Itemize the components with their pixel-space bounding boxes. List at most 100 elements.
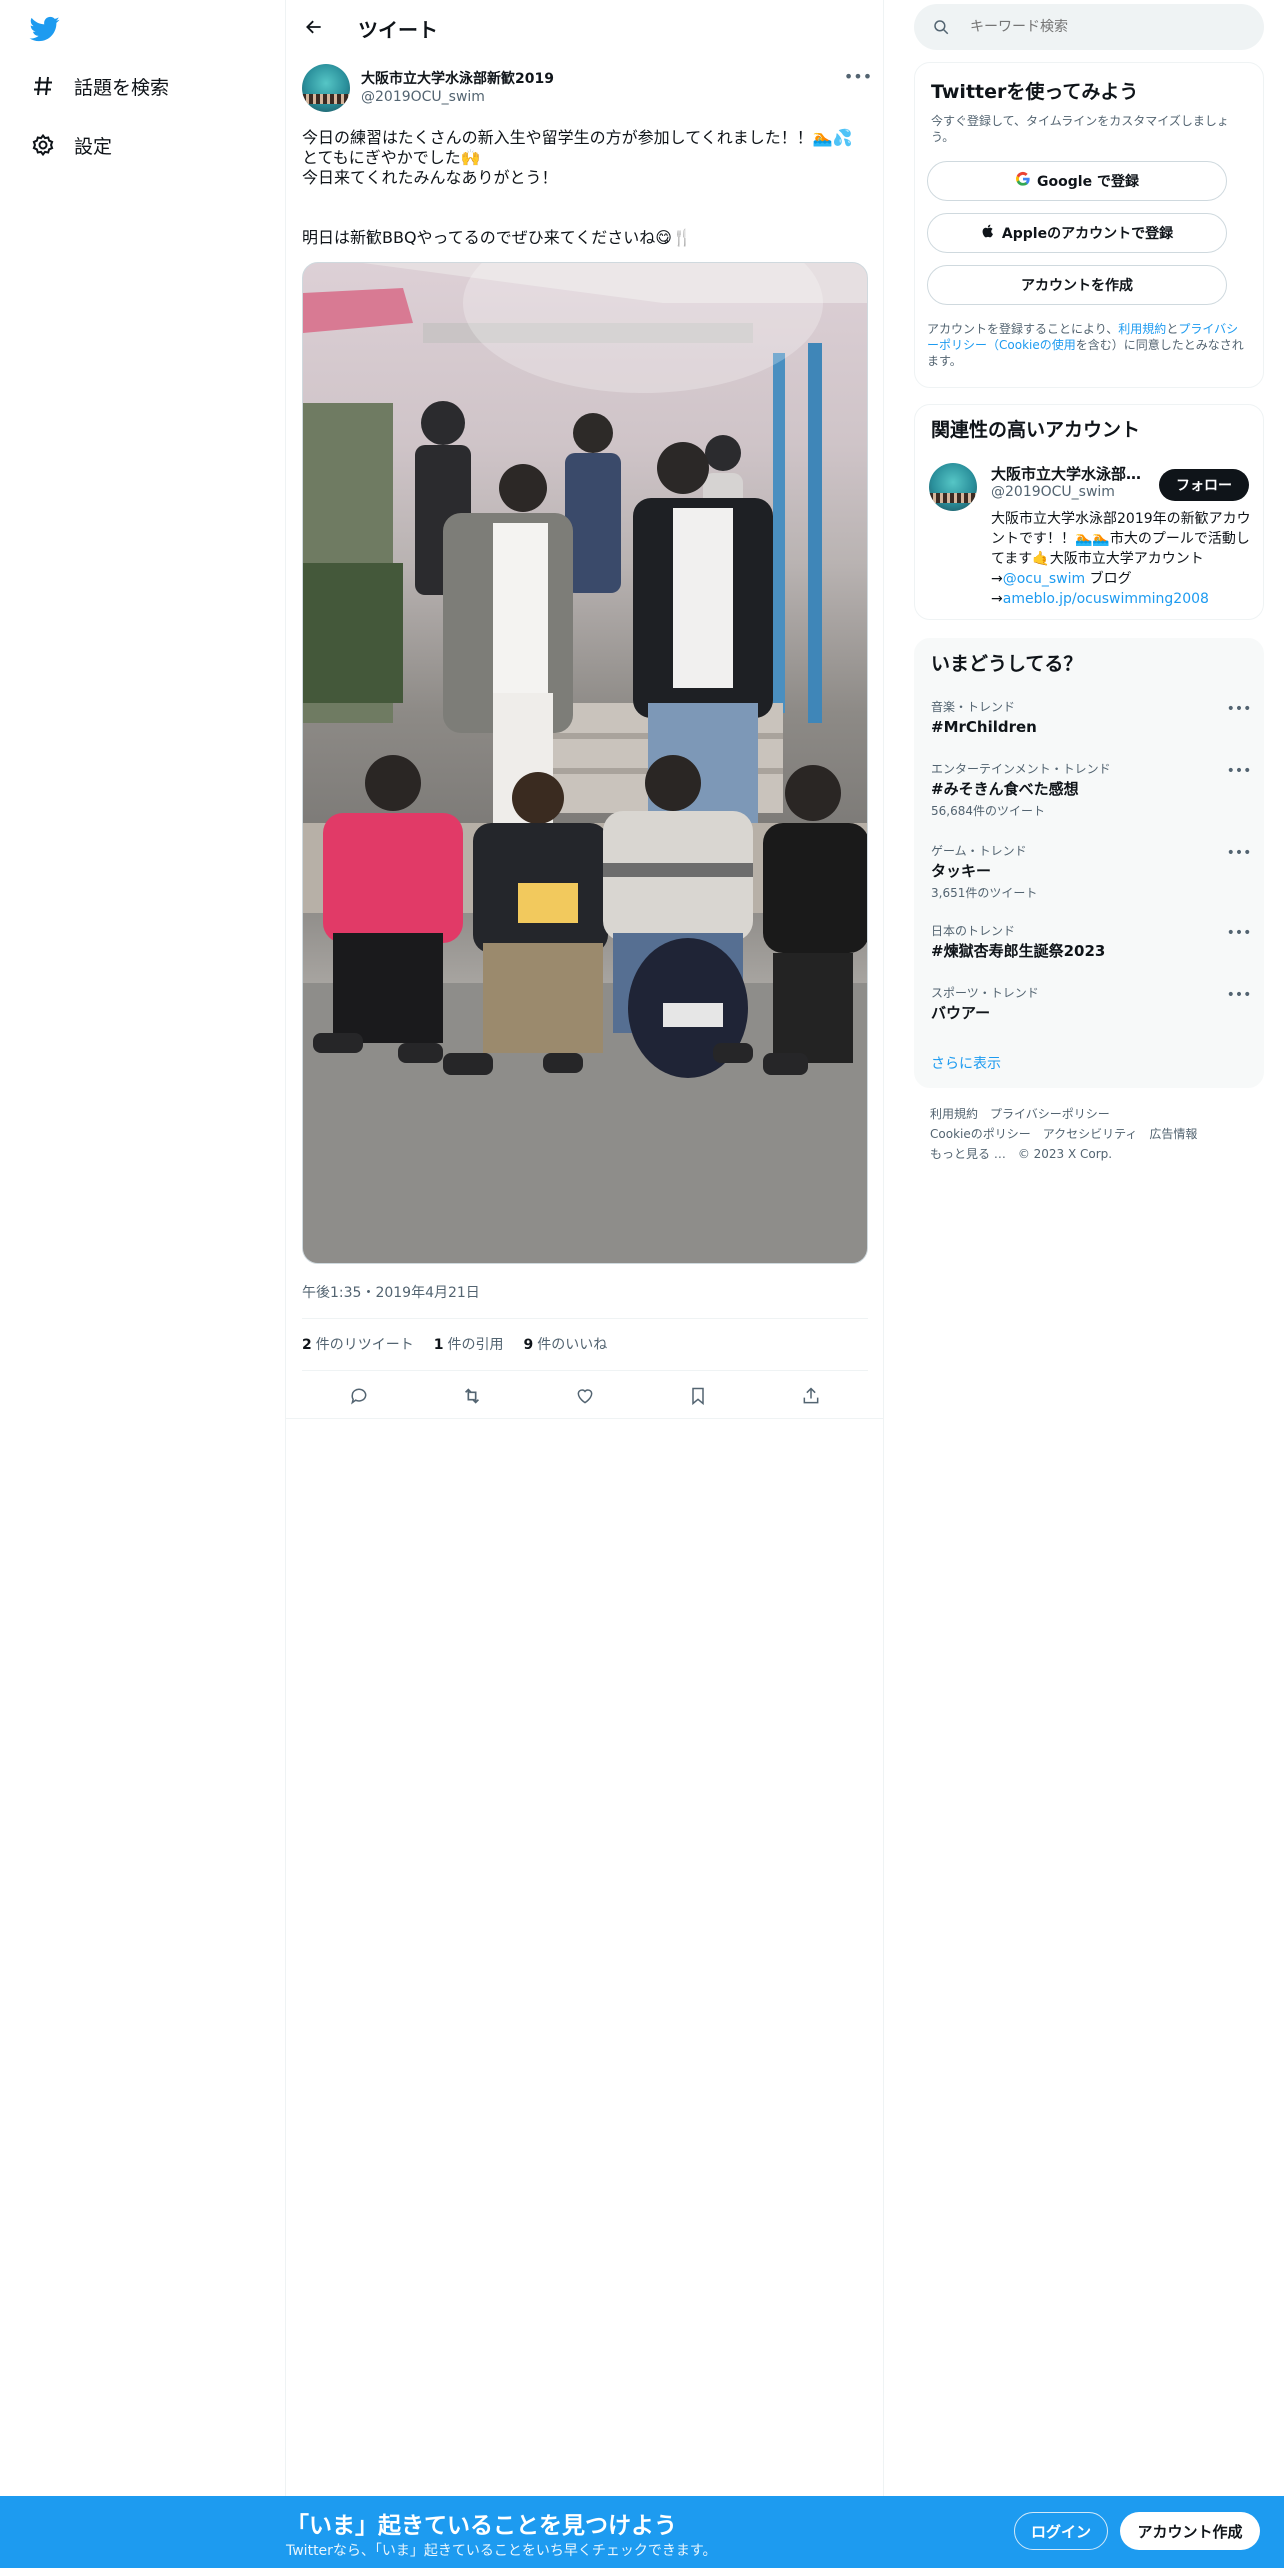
terms-link[interactable]: 利用規約 (1118, 322, 1166, 336)
reply-icon[interactable] (342, 1379, 376, 1413)
login-button[interactable]: ログイン (1014, 2512, 1108, 2550)
trend-context: ゲーム・トレンド (931, 844, 1027, 858)
footer-links: 利用規約 プライバシーポリシー Cookieのポリシー アクセシビリティ 広告情報 も… (930, 1104, 1250, 1164)
likes-count: 9 (523, 1337, 534, 1353)
signup-legal-text: アカウントを登録することにより、利用規約とプライバシーポリシー（Cookieの使… (927, 321, 1249, 369)
trend-context: スポーツ・トレンド (931, 986, 1039, 1000)
quotes-label: 件の引用 (447, 1337, 504, 1353)
trend-name: タッキー (931, 862, 992, 880)
create-account-button[interactable]: アカウントを作成 (927, 265, 1227, 305)
more-options-icon[interactable]: ••• (1227, 985, 1252, 1005)
hashtag-icon (28, 71, 58, 101)
gear-icon (28, 130, 58, 160)
trend-name: #MrChildren (931, 718, 1037, 736)
trend-name: #みそきん食べた感想 (931, 780, 1079, 798)
twitter-logo-icon[interactable] (28, 14, 62, 44)
quotes-stat[interactable]: 1 件の引用 (434, 1334, 504, 1354)
search-input[interactable] (970, 14, 1240, 40)
page-title: ツイート (358, 18, 438, 42)
related-account-handle[interactable]: @2019OCU_swim (991, 484, 1115, 500)
footer-link-ads[interactable]: 広告情報 (1149, 1127, 1197, 1141)
author-name[interactable]: 大阪市立大学水泳部新歓2019 (361, 68, 554, 88)
divider (286, 1418, 884, 1419)
likes-stat[interactable]: 9 件のいいね (524, 1334, 608, 1354)
google-icon (1015, 171, 1031, 191)
footer-link-accessibility[interactable]: アクセシビリティ (1043, 1127, 1138, 1141)
nav-item-settings[interactable]: 設定 (28, 125, 112, 165)
follow-button[interactable]: フォロー (1159, 469, 1249, 501)
more-options-icon[interactable]: ••• (1227, 843, 1252, 863)
create-account-label: アカウントを作成 (1021, 278, 1133, 294)
trend-item[interactable]: スポーツ・トレンド バウアー ••• (931, 985, 1252, 1023)
signup-panel: Twitterを使ってみよう 今すぐ登録して、タイムラインをカスタマイズしましょ… (914, 62, 1264, 388)
trend-count: 3,651件のツイート (931, 886, 1038, 900)
footer-link-cookies[interactable]: Cookieのポリシー (930, 1127, 1031, 1141)
footer-link-more[interactable]: もっと見る … (930, 1147, 1006, 1161)
trend-count: 56,684件のツイート (931, 804, 1045, 818)
bio-blog-link[interactable]: ameblo.jp/ocuswimming2008 (1003, 591, 1209, 607)
trends-panel-title: いまどうしてる？ (931, 653, 1083, 675)
signup-button[interactable]: アカウント作成 (1120, 2512, 1260, 2550)
author-handle[interactable]: @2019OCU_swim (361, 89, 485, 105)
trend-item[interactable]: ゲーム・トレンド タッキー 3,651件のツイート ••• (931, 843, 1252, 901)
tweet-photo[interactable] (302, 262, 868, 1264)
more-options-icon[interactable]: ••• (1227, 923, 1252, 943)
divider (302, 1318, 868, 1319)
related-account-avatar[interactable] (929, 463, 977, 511)
apple-signup-button[interactable]: Appleのアカウントで登録 (927, 213, 1227, 253)
footer-link-privacy[interactable]: プライバシーポリシー (990, 1107, 1110, 1121)
related-accounts-panel: 関連性の高いアカウント 大阪市立大学水泳部新歓2019 @2019OCU_swi… (914, 404, 1264, 620)
retweet-icon[interactable] (455, 1379, 489, 1413)
trend-name: バウアー (931, 1004, 991, 1022)
tweet-text-paragraph-1: 今日の練習はたくさんの新入生や留学生の方が参加してくれました！！🏊💦 とてもにぎ… (302, 128, 853, 187)
author-avatar[interactable] (302, 64, 350, 112)
google-signup-button[interactable]: Google で登録 (927, 161, 1227, 201)
more-options-icon[interactable]: ••• (1227, 699, 1252, 719)
nav-item-label: 設定 (74, 135, 113, 158)
likes-label: 件のいいね (537, 1337, 608, 1353)
tweet-actions (302, 1378, 868, 1414)
trends-panel: いまどうしてる？ 音楽・トレンド #MrChildren ••• エンターテイン… (914, 638, 1264, 1088)
nav-item-explore[interactable]: 話題を検索 (28, 66, 169, 106)
back-arrow-icon[interactable] (300, 13, 328, 41)
quotes-count: 1 (433, 1337, 444, 1353)
retweets-stat[interactable]: 2 件のリツイート (302, 1334, 414, 1354)
like-icon[interactable] (568, 1379, 602, 1413)
apple-button-label: Appleのアカウントで登録 (1001, 226, 1174, 242)
related-account-name[interactable]: 大阪市立大学水泳部新歓2019 (991, 463, 1151, 484)
divider (302, 1370, 868, 1371)
related-account-bio: 大阪市立大学水泳部2019年の新歓アカウントです！！🏊🏊市大のプールで活動してま… (991, 509, 1253, 609)
signup-panel-title: Twitterを使ってみよう (931, 81, 1139, 103)
retweets-label: 件のリツイート (315, 1337, 414, 1353)
show-more-link[interactable]: さらに表示 (931, 1053, 1001, 1073)
header-bar: ツイート (286, 0, 884, 54)
copyright-text: © 2023 X Corp. (1017, 1147, 1113, 1161)
retweets-count: 2 (302, 1337, 312, 1353)
tweet-stats: 2 件のリツイート 1 件の引用 9 件のいいね (302, 1334, 627, 1354)
bottom-signup-bar: 「いま」起きていることを見つけよう Twitterなら、「いま」起きていることを… (0, 2496, 1284, 2568)
related-panel-title: 関連性の高いアカウント (931, 419, 1141, 441)
left-navigation: 話題を検索 設定 (0, 0, 286, 2568)
trend-item[interactable]: 日本のトレンド #煉獄杏寿郎生誕祭2023 ••• (931, 923, 1252, 961)
tweet-timestamp[interactable]: 午後1:35・2019年4月21日 (302, 1282, 480, 1302)
apple-icon (981, 223, 996, 243)
trend-context: 音楽・トレンド (931, 700, 1016, 714)
bio-mention-link[interactable]: @ocu_swim (1003, 571, 1085, 587)
main-column: ツイート 大阪市立大学水泳部新歓2019 @2019OCU_swim ••• 今… (286, 0, 884, 2568)
nav-item-label: 話題を検索 (74, 76, 170, 99)
bookmark-icon[interactable] (681, 1379, 715, 1413)
trend-name: #煉獄杏寿郎生誕祭2023 (931, 942, 1106, 960)
legal-text-1: アカウントを登録することにより、 (927, 322, 1119, 336)
trend-context: エンターテインメント・トレンド (931, 762, 1111, 776)
share-icon[interactable] (794, 1379, 828, 1413)
more-options-icon[interactable]: ••• (844, 64, 872, 88)
footer-link-terms[interactable]: 利用規約 (930, 1107, 978, 1121)
google-button-label: Google で登録 (1037, 174, 1139, 190)
trend-item[interactable]: エンターテインメント・トレンド #みそきん食べた感想 56,684件のツイート … (931, 761, 1252, 819)
trend-item[interactable]: 音楽・トレンド #MrChildren ••• (931, 699, 1252, 737)
more-options-icon[interactable]: ••• (1227, 761, 1252, 781)
search-icon (932, 18, 950, 40)
signup-panel-subtitle: 今すぐ登録して、タイムラインをカスタマイズしましょう。 (931, 114, 1229, 144)
search-bar[interactable] (914, 4, 1264, 50)
tweet-text-paragraph-2: 明日は新歓BBQやってるのでぜひ来てくださいね😋🍴 (302, 228, 692, 247)
